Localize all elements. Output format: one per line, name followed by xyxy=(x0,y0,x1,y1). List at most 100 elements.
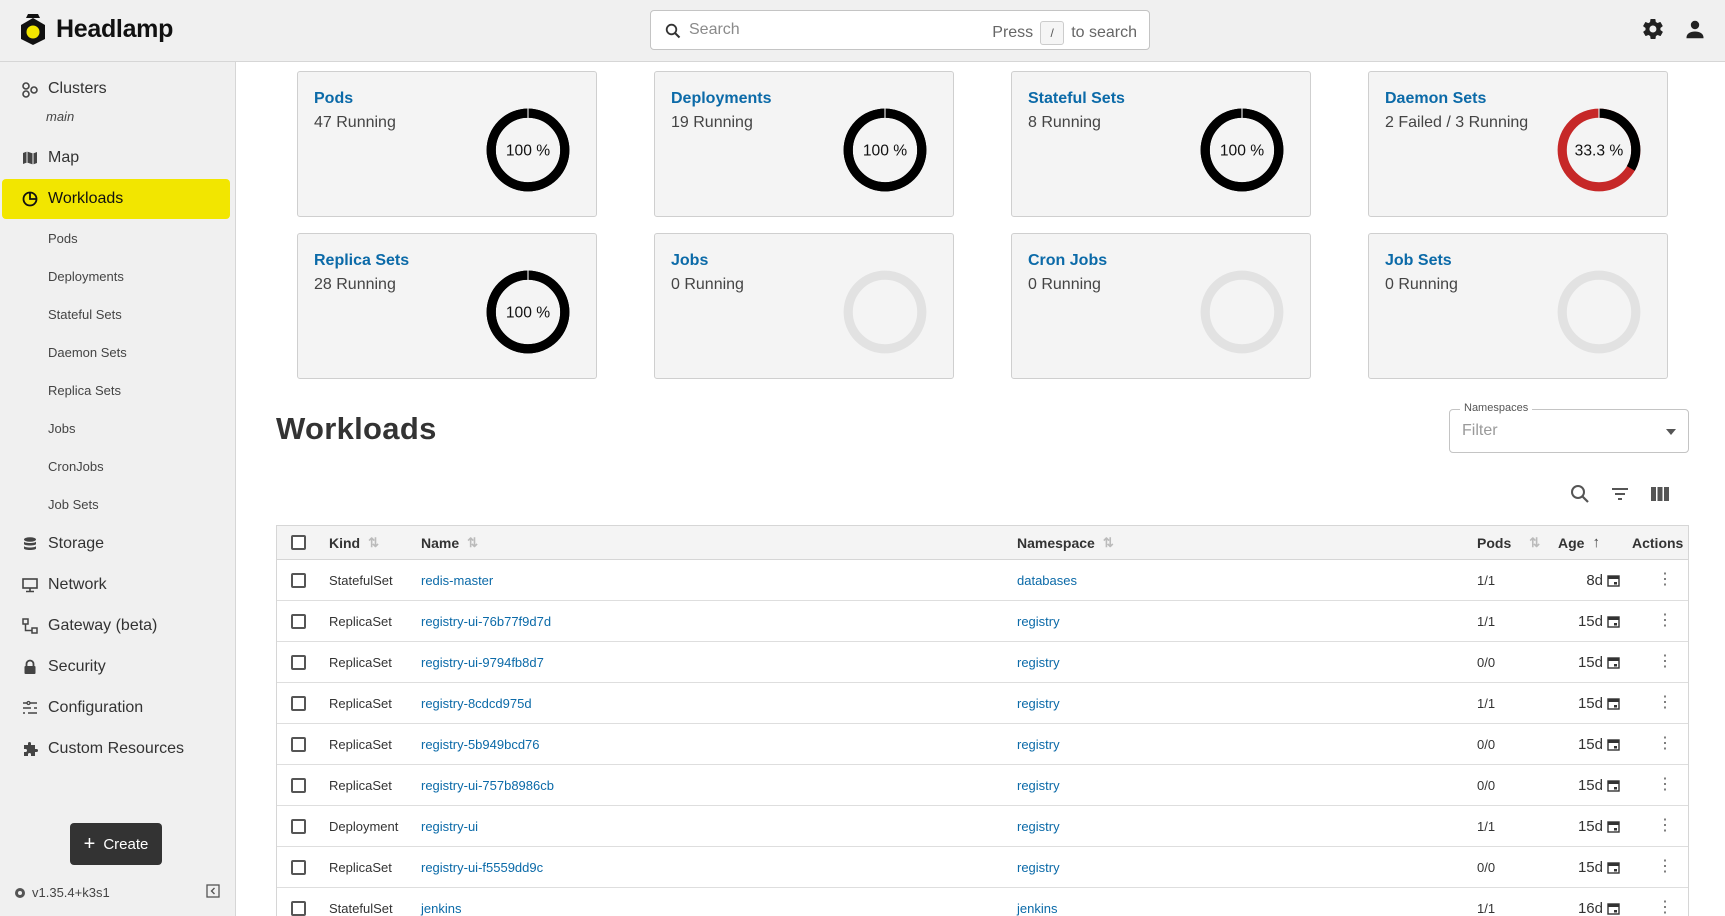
sidebar-item-workloads[interactable]: Workloads xyxy=(2,179,230,219)
age-text: 15d xyxy=(1577,858,1603,876)
cell-pods: 1/1 xyxy=(1477,601,1495,641)
table-row[interactable]: ReplicaSet registry-ui-757b8986cb registry… xyxy=(277,765,1688,806)
sort-icon[interactable]: ⇅ xyxy=(368,535,379,551)
row-checkbox[interactable] xyxy=(291,654,306,670)
sort-icon[interactable]: ⇅ xyxy=(467,535,478,551)
kind-text: Deployment xyxy=(329,818,399,834)
namespace-link[interactable]: registry xyxy=(1017,778,1060,793)
namespace-link[interactable]: jenkins xyxy=(1017,901,1057,916)
more-actions-icon[interactable]: ⋮ xyxy=(1657,572,1673,588)
sort-icon[interactable]: ⇅ xyxy=(1103,535,1114,551)
workload-name-link[interactable]: redis-master xyxy=(421,573,493,588)
row-checkbox[interactable] xyxy=(291,613,306,629)
namespace-link[interactable]: databases xyxy=(1017,573,1077,588)
namespace-link[interactable]: registry xyxy=(1017,614,1060,629)
global-search[interactable]: Press / to search xyxy=(650,10,1150,50)
sidebar-item-security[interactable]: Security xyxy=(2,647,230,687)
donut-percentage-label: 33.3 % xyxy=(1575,143,1624,160)
collapse-sidebar-icon[interactable] xyxy=(206,884,220,898)
cell-actions: ⋮ xyxy=(1657,601,1673,641)
card-title-link[interactable]: Replica Sets xyxy=(314,252,409,270)
table-row[interactable]: ReplicaSet registry-5b949bcd76 registry 0/0… xyxy=(277,724,1688,765)
sidebar-subitem-pods[interactable]: Pods xyxy=(48,231,78,246)
card-title-link[interactable]: Job Sets xyxy=(1385,252,1452,270)
workload-name-link[interactable]: registry-5b949bcd76 xyxy=(421,737,540,752)
sidebar-item-configuration[interactable]: Configuration xyxy=(2,688,230,728)
more-actions-icon[interactable]: ⋮ xyxy=(1657,900,1673,916)
card-title-link[interactable]: Cron Jobs xyxy=(1028,252,1107,270)
column-pods[interactable]: Pods ⇅ xyxy=(1477,526,1540,559)
row-checkbox[interactable] xyxy=(291,572,306,588)
sidebar-item-network[interactable]: Network xyxy=(2,565,230,605)
create-button[interactable]: + Create xyxy=(70,823,162,865)
table-row[interactable]: StatefulSet redis-master databases 1/1 8d ⋮ xyxy=(277,560,1688,601)
search-input[interactable] xyxy=(689,17,949,43)
sidebar-subitem-job-sets[interactable]: Job Sets xyxy=(48,497,99,512)
sidebar-item-storage[interactable]: Storage xyxy=(2,524,230,564)
more-actions-icon[interactable]: ⋮ xyxy=(1657,777,1673,793)
row-checkbox[interactable] xyxy=(291,859,306,875)
row-checkbox[interactable] xyxy=(291,736,306,752)
card-title-link[interactable]: Deployments xyxy=(671,90,771,108)
namespace-link[interactable]: registry xyxy=(1017,655,1060,670)
sidebar-subitem-deployments[interactable]: Deployments xyxy=(48,269,124,284)
settings-gear-icon[interactable] xyxy=(1641,17,1665,41)
namespace-link[interactable]: registry xyxy=(1017,696,1060,711)
workload-name-link[interactable]: jenkins xyxy=(421,901,461,916)
more-actions-icon[interactable]: ⋮ xyxy=(1657,654,1673,670)
app-logo[interactable]: Headlamp xyxy=(18,12,173,46)
sidebar-item-gateway[interactable]: Gateway (beta) xyxy=(2,606,230,646)
table-row[interactable]: ReplicaSet registry-ui-76b77f9d7d registry… xyxy=(277,601,1688,642)
row-checkbox[interactable] xyxy=(291,777,306,793)
column-kind[interactable]: Kind ⇅ xyxy=(329,526,379,559)
sidebar-subitem-jobs[interactable]: Jobs xyxy=(48,421,75,436)
card-title-link[interactable]: Stateful Sets xyxy=(1028,90,1125,108)
sidebar-item-clusters[interactable]: Clusters xyxy=(2,70,230,116)
workload-name-link[interactable]: registry-ui-f5559dd9c xyxy=(421,860,543,875)
sidebar-subitem-daemon-sets[interactable]: Daemon Sets xyxy=(48,345,127,360)
workload-name-link[interactable]: registry-8cdcd975d xyxy=(421,696,532,711)
table-row[interactable]: StatefulSet jenkins jenkins 1/1 16d ⋮ xyxy=(277,888,1688,916)
dropdown-arrow-icon[interactable] xyxy=(1666,429,1676,435)
sidebar-item-custom-resources[interactable]: Custom Resources xyxy=(2,729,230,769)
column-age[interactable]: Age ↑ xyxy=(1558,526,1600,559)
filter-icon[interactable] xyxy=(1609,483,1631,505)
card-title-link[interactable]: Daemon Sets xyxy=(1385,90,1486,108)
sidebar-subitem-replica-sets[interactable]: Replica Sets xyxy=(48,383,121,398)
row-checkbox[interactable] xyxy=(291,818,306,834)
row-checkbox[interactable] xyxy=(291,900,306,916)
card-title-link[interactable]: Pods xyxy=(314,90,353,108)
search-icon[interactable] xyxy=(1569,483,1591,505)
namespaces-filter[interactable]: Namespaces xyxy=(1449,402,1689,453)
column-namespace[interactable]: Namespace ⇅ xyxy=(1017,526,1114,559)
workload-name-link[interactable]: registry-ui-76b77f9d7d xyxy=(421,614,551,629)
more-actions-icon[interactable]: ⋮ xyxy=(1657,736,1673,752)
more-actions-icon[interactable]: ⋮ xyxy=(1657,695,1673,711)
column-name[interactable]: Name ⇅ xyxy=(421,526,478,559)
sort-ascending-icon[interactable]: ↑ xyxy=(1592,534,1600,551)
workload-name-link[interactable]: registry-ui-9794fb8d7 xyxy=(421,655,544,670)
table-row[interactable]: ReplicaSet registry-ui-9794fb8d7 registry 0… xyxy=(277,642,1688,683)
table-row[interactable]: ReplicaSet registry-ui-f5559dd9c registry 0… xyxy=(277,847,1688,888)
workload-name-link[interactable]: registry-ui-757b8986cb xyxy=(421,778,554,793)
user-account-icon[interactable] xyxy=(1683,17,1707,41)
namespace-link[interactable]: registry xyxy=(1017,819,1060,834)
table-row[interactable]: Deployment registry-ui registry 1/1 15d ⋮ xyxy=(277,806,1688,847)
workload-name-link[interactable]: registry-ui xyxy=(421,819,478,834)
more-actions-icon[interactable]: ⋮ xyxy=(1657,859,1673,875)
sort-icon[interactable]: ⇅ xyxy=(1529,535,1540,551)
more-actions-icon[interactable]: ⋮ xyxy=(1657,818,1673,834)
row-checkbox[interactable] xyxy=(291,695,306,711)
sidebar-subitem-cronjobs[interactable]: CronJobs xyxy=(48,459,104,474)
namespace-link[interactable]: registry xyxy=(1017,737,1060,752)
columns-icon[interactable] xyxy=(1649,483,1671,505)
sidebar-subitem-stateful-sets[interactable]: Stateful Sets xyxy=(48,307,122,322)
select-all-checkbox[interactable] xyxy=(291,535,306,550)
more-actions-icon[interactable]: ⋮ xyxy=(1657,613,1673,629)
card-status: 0 Running xyxy=(671,276,744,293)
table-row[interactable]: ReplicaSet registry-8cdcd975d registry 1/1 1… xyxy=(277,683,1688,724)
card-title-link[interactable]: Jobs xyxy=(671,252,708,270)
sidebar-item-map[interactable]: Map xyxy=(2,138,230,178)
namespace-link[interactable]: registry xyxy=(1017,860,1060,875)
namespaces-filter-input[interactable] xyxy=(1462,420,1652,442)
